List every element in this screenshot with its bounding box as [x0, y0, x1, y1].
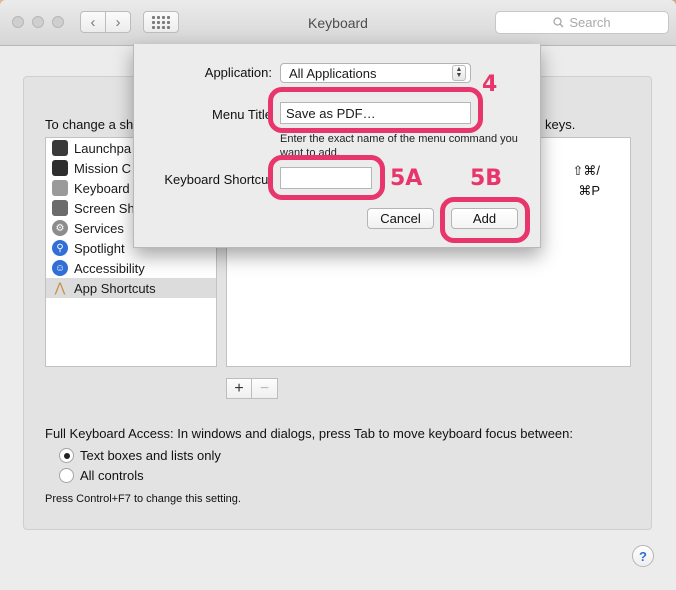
instruction-text-end: keys. [545, 117, 576, 132]
spotlight-icon: ⚲ [52, 240, 68, 256]
help-button[interactable]: ? [632, 545, 654, 567]
shortcut-key: ⇧⌘/ [572, 163, 600, 178]
keyboard-preferences-window: ‹ › Keyboard Search To change a sh keys.… [0, 0, 676, 590]
select-arrows-icon: ▲ ▼ [452, 65, 466, 81]
keyboard-hint: Press Control+F7 to change this setting. [45, 493, 241, 505]
category-label: Mission C [74, 160, 132, 176]
app-shortcuts-icon: ⋀ [54, 280, 66, 295]
category-label: Services [74, 220, 124, 236]
radio-unselected-icon [59, 468, 74, 483]
category-label: Launchpa [74, 140, 132, 156]
annotation-step-5b: 5B [470, 166, 503, 191]
application-value: All Applications [289, 65, 377, 81]
shortcut-key: ⌘P [578, 183, 600, 198]
category-label: Accessibility [74, 260, 145, 276]
radio-label: Text boxes and lists only [80, 448, 221, 463]
category-label: Keyboard [74, 180, 130, 196]
gear-icon: ⚙ [52, 220, 68, 236]
mission-control-icon [52, 160, 68, 176]
radio-all-controls[interactable]: All controls [59, 468, 144, 483]
accessibility-icon: ☺ [52, 260, 68, 276]
annotation-step-5a: 5A [390, 166, 423, 191]
add-remove-buttons: + − [226, 378, 278, 399]
search-icon [553, 17, 564, 28]
radio-label: All controls [80, 468, 144, 483]
application-select[interactable]: All Applications ▲ ▼ [280, 63, 471, 83]
search-placeholder: Search [569, 15, 611, 30]
category-label: Screen Sh [74, 200, 135, 216]
title-bar: ‹ › Keyboard Search [0, 0, 676, 46]
menu-title-label: Menu Title [212, 107, 272, 122]
radio-selected-icon [59, 448, 74, 463]
annotation-ring-menu-title [268, 87, 483, 133]
cancel-button[interactable]: Cancel [367, 208, 434, 229]
search-field[interactable]: Search [495, 11, 669, 34]
category-label: Spotlight [74, 240, 125, 256]
category-label: App Shortcuts [74, 280, 156, 296]
annotation-step-4: 4 [482, 72, 498, 97]
annotation-ring-shortcut [268, 155, 385, 200]
keyboard-icon [52, 180, 68, 196]
screenshot-icon [52, 200, 68, 216]
keyboard-shortcut-label: Keyboard Shortcut [164, 172, 272, 187]
full-keyboard-access-label: Full Keyboard Access: In windows and dia… [45, 426, 573, 441]
annotation-ring-add [440, 197, 530, 243]
remove-shortcut-button[interactable]: − [252, 378, 278, 399]
category-accessibility[interactable]: ☺ Accessibility [46, 258, 216, 278]
radio-text-boxes[interactable]: Text boxes and lists only [59, 448, 221, 463]
instruction-text: To change a sh [45, 117, 134, 132]
launchpad-icon [52, 140, 68, 156]
add-shortcut-button[interactable]: + [226, 378, 252, 399]
application-label: Application: [204, 65, 272, 80]
category-app-shortcuts[interactable]: ⋀ App Shortcuts [46, 278, 216, 298]
